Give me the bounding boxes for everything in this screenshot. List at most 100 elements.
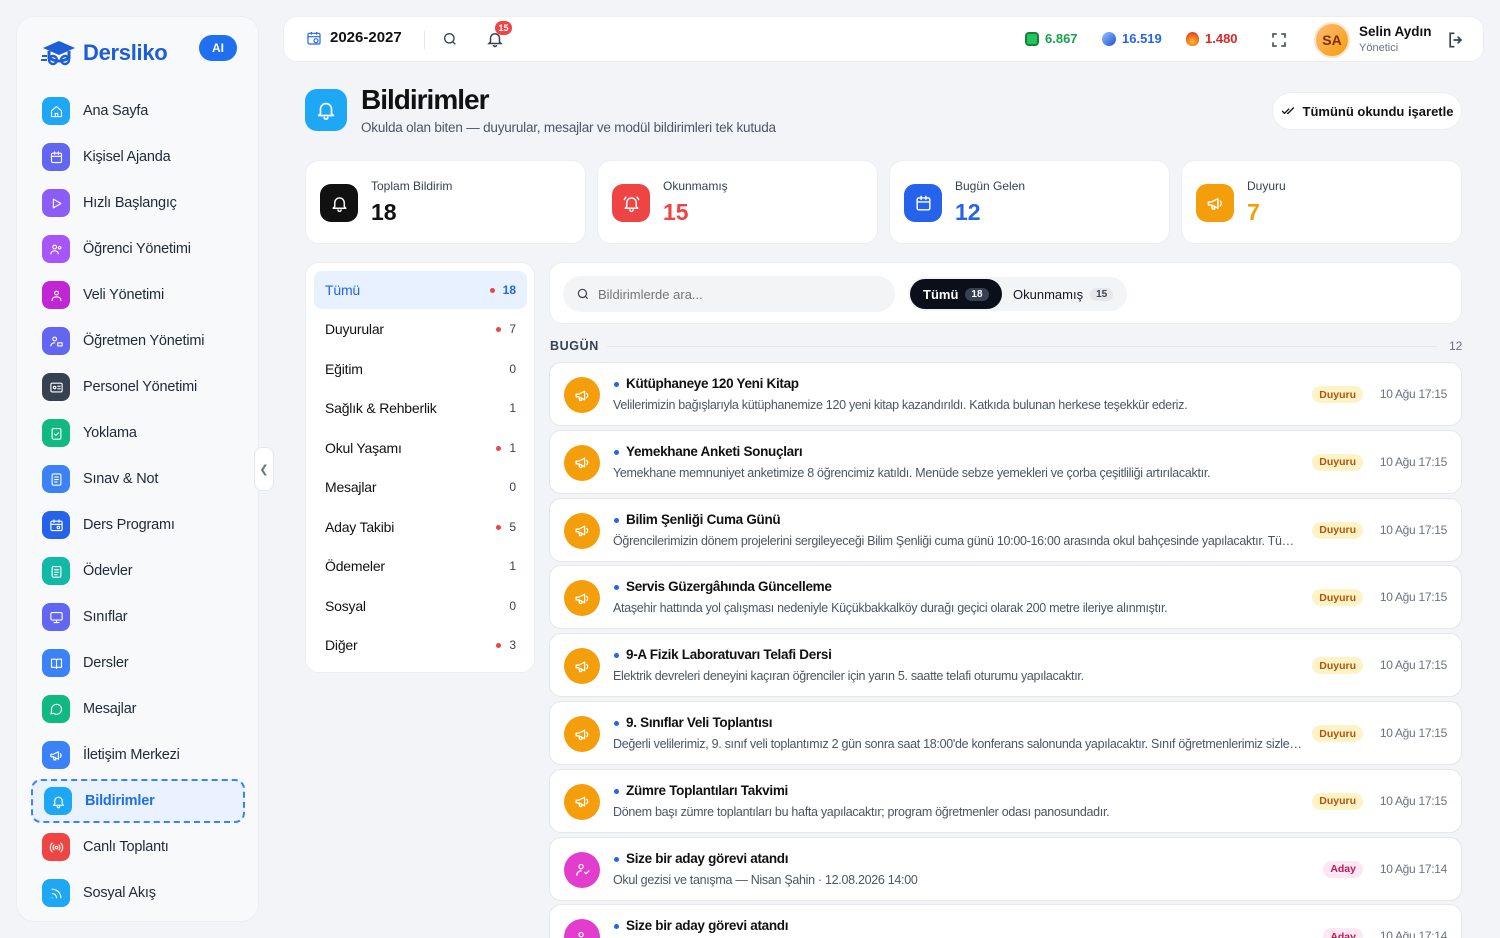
bell-alert-icon xyxy=(623,195,639,212)
unread-dot xyxy=(496,524,502,530)
sidebar-item-9[interactable]: Ders Programı xyxy=(31,502,245,548)
sidebar-item-16[interactable]: Canlı Toplantı xyxy=(31,824,245,870)
notification-time: 10 Ağu 17:15 xyxy=(1379,726,1447,740)
sidebar-item-6[interactable]: Personel Yönetimi xyxy=(31,364,245,410)
category-name: Ödemeler xyxy=(325,558,385,574)
broadcast-icon xyxy=(49,842,63,852)
sidebar-item-label: İletişim Merkezi xyxy=(83,747,180,763)
notification-item[interactable]: 9-A Fizik Laboratuvarı Telafi Dersi Elekt… xyxy=(549,633,1462,698)
category-item[interactable]: Duyurular 7 xyxy=(314,310,527,348)
users-icon xyxy=(42,235,70,263)
megaphone-icon xyxy=(564,783,600,820)
calendar-icon xyxy=(50,150,62,163)
read-filter-tabs: Tümü 18 Okunmamış 15 xyxy=(908,277,1127,311)
category-item[interactable]: Aday Takibi 5 xyxy=(314,508,527,546)
stat-money[interactable]: 6.867 xyxy=(1025,31,1078,46)
sidebar-item-label: Sosyal Akış xyxy=(83,885,156,901)
notification-tag: Aday xyxy=(1323,860,1363,878)
sidebar-item-label: Sınıflar xyxy=(83,609,128,625)
stat-flame[interactable]: 1.480 xyxy=(1186,31,1238,46)
sidebar-item-4[interactable]: Veli Yönetimi xyxy=(31,272,245,318)
notification-tag: Duyuru xyxy=(1312,521,1363,539)
category-item[interactable]: Mesajlar 0 xyxy=(314,468,527,506)
unread-dot xyxy=(614,856,619,862)
sidebar-item-0[interactable]: Ana Sayfa xyxy=(31,88,245,134)
category-count: 1 xyxy=(509,559,516,573)
megaphone-icon xyxy=(1196,184,1234,222)
tab-all[interactable]: Tümü 18 xyxy=(910,279,1002,309)
search-icon[interactable] xyxy=(442,31,458,52)
notification-body: Ataşehir hattında yol çalışması nedeniyl… xyxy=(613,601,1168,616)
sidebar-item-15[interactable]: Bildirimler xyxy=(31,779,245,823)
user-task-icon xyxy=(575,863,590,876)
category-item[interactable]: Sağlık & Rehberlik 1 xyxy=(314,389,527,427)
tab-all-count: 18 xyxy=(965,287,989,301)
notification-item[interactable]: Servis Güzergâhında Güncelleme Ataşehir h… xyxy=(549,565,1462,630)
stat-card-label: Toplam Bildirim xyxy=(371,179,453,193)
sidebar-item-11[interactable]: Sınıflar xyxy=(31,594,245,640)
notification-time: 10 Ağu 17:14 xyxy=(1379,929,1447,938)
sidebar-item-8[interactable]: Sınav & Not xyxy=(31,456,245,502)
sidebar-item-12[interactable]: Dersler xyxy=(31,640,245,686)
logout-icon[interactable] xyxy=(1446,30,1466,55)
sidebar-item-14[interactable]: İletişim Merkezi xyxy=(31,732,245,778)
search-box[interactable] xyxy=(563,276,895,312)
category-name: Okul Yaşamı xyxy=(325,440,402,456)
sidebar-item-17[interactable]: Sosyal Akış xyxy=(31,870,245,916)
notification-item[interactable]: 9. Sınıflar Veli Toplantısı Değerli velil… xyxy=(549,701,1462,765)
notification-time: 10 Ağu 17:15 xyxy=(1379,658,1447,673)
category-count: 0 xyxy=(509,599,516,613)
notification-item[interactable]: Kütüphaneye 120 Yeni Kitap Velilerimizin … xyxy=(549,362,1462,426)
fullscreen-icon[interactable] xyxy=(1270,31,1288,54)
mark-all-read-button[interactable]: Tümünü okundu işaretle xyxy=(1272,92,1462,130)
bell-icon xyxy=(52,796,64,808)
notification-body: Dönem başı zümre toplantıları bu hafta y… xyxy=(613,804,1110,819)
stat-card-label: Okunmamış xyxy=(663,179,728,193)
sidebar-item-7[interactable]: Yoklama xyxy=(31,410,245,456)
sidebar-item-label: Personel Yönetimi xyxy=(83,379,198,395)
notification-tag: Duyuru xyxy=(1312,386,1363,403)
sidebar-item-5[interactable]: Öğretmen Yönetimi xyxy=(31,318,245,364)
category-count: 0 xyxy=(509,480,516,494)
academic-year-selector[interactable]: 2026-2027 xyxy=(306,29,402,46)
sidebar-collapse-button[interactable]: ❮ xyxy=(254,447,274,491)
sidebar-item-10[interactable]: Ödevler xyxy=(31,548,245,594)
brand-logo[interactable]: Dersliko xyxy=(39,35,168,71)
sidebar-item-13[interactable]: Mesajlar xyxy=(31,686,245,732)
unread-dot xyxy=(614,517,619,523)
unread-dot xyxy=(614,449,619,455)
notification-time: 10 Ağu 17:15 xyxy=(1379,454,1447,469)
notification-title: Size bir aday görevi atandı xyxy=(626,918,789,934)
category-item[interactable]: Ödemeler 1 xyxy=(314,547,527,585)
search-input[interactable] xyxy=(598,286,878,302)
ai-button[interactable]: AI xyxy=(199,35,237,61)
calendar-icon xyxy=(42,143,70,171)
category-item[interactable]: Tümü 18 xyxy=(314,271,527,309)
notification-item[interactable]: Size bir aday görevi atandı Okul gezisi v… xyxy=(549,836,1462,901)
flame-icon xyxy=(1186,31,1199,46)
notification-body: Velilerimizin bağışlarıyla kütüphanemize… xyxy=(613,398,1188,412)
sidebar-item-1[interactable]: Kişisel Ajanda xyxy=(31,134,245,180)
avatar[interactable]: SA xyxy=(1314,22,1350,58)
sidebar-item-3[interactable]: Öğrenci Yönetimi xyxy=(31,226,245,272)
category-count: 7 xyxy=(509,322,516,336)
money-icon xyxy=(1025,31,1039,46)
unread-dot xyxy=(614,585,619,591)
tab-unread[interactable]: Okunmamış 15 xyxy=(1000,279,1126,309)
category-item[interactable]: Okul Yaşamı 1 xyxy=(314,429,527,467)
category-item[interactable]: Diğer 3 xyxy=(314,626,527,664)
notification-tag: Duyuru xyxy=(1312,589,1363,607)
unread-dot xyxy=(496,445,502,451)
megaphone-icon xyxy=(574,525,588,537)
category-item[interactable]: Sosyal 0 xyxy=(314,587,527,625)
notification-title: 9. Sınıflar Veli Toplantısı xyxy=(626,715,773,730)
notification-item[interactable]: Size bir aday görevi atandı Aday 10 Ağu 17… xyxy=(549,904,1462,938)
group-count: 12 xyxy=(1449,339,1463,353)
stat-diamond[interactable]: 16.519 xyxy=(1102,31,1162,46)
notification-title: Yemekhane Anketi Sonuçları xyxy=(626,443,803,459)
notification-item[interactable]: Zümre Toplantıları Takvimi Dönem başı züm… xyxy=(549,768,1462,833)
category-item[interactable]: Eğitim 0 xyxy=(314,350,527,388)
notification-item[interactable]: Bilim Şenliği Cuma Günü Öğrencilerimizin … xyxy=(549,497,1462,562)
sidebar-item-2[interactable]: Hızlı Başlangıç xyxy=(31,180,245,226)
notification-item[interactable]: Yemekhane Anketi Sonuçları Yemekhane memn… xyxy=(549,429,1462,494)
